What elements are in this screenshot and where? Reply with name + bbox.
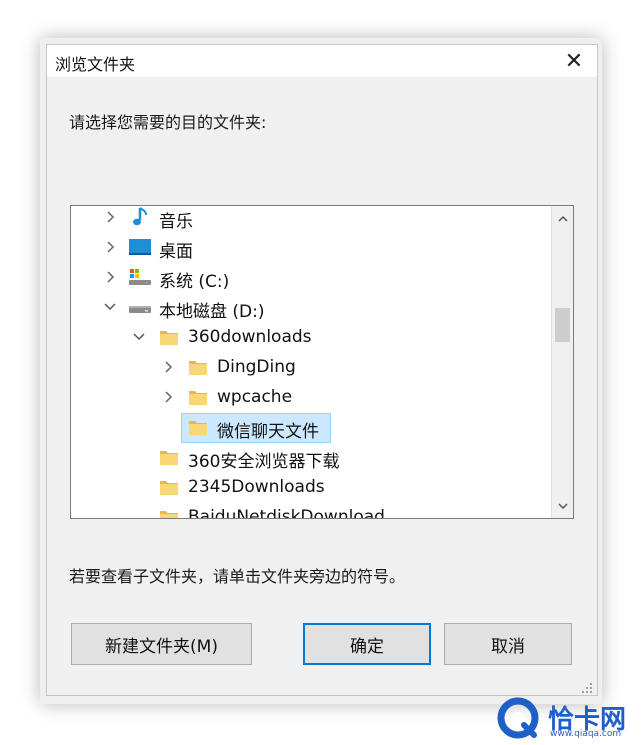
title-bar[interactable]: 浏览文件夹 ✕ xyxy=(47,45,597,77)
close-icon: ✕ xyxy=(564,48,584,74)
ok-label: 确定 xyxy=(350,636,384,657)
watermark-logo-icon xyxy=(497,697,539,739)
tree-item-dingding[interactable]: DingDing xyxy=(71,352,551,382)
tree-item-label: BaiduNetdiskDownload xyxy=(188,507,385,518)
tree-item-2345downloads[interactable]: 2345Downloads xyxy=(71,472,551,502)
tree-item-label: 本地磁盘 (D:) xyxy=(159,302,265,322)
new-folder-button[interactable]: 新建文件夹(M) xyxy=(71,623,252,665)
new-folder-label: 新建文件夹(M) xyxy=(105,636,218,657)
dialog-prompt: 请选择您需要的目的文件夹: xyxy=(69,113,267,132)
cancel-label: 取消 xyxy=(491,636,525,657)
folder-icon xyxy=(159,507,179,518)
dialog-title: 浏览文件夹 xyxy=(55,55,136,74)
tree-item-desktop[interactable]: 桌面 xyxy=(71,232,551,262)
system-drive-icon xyxy=(128,267,151,287)
music-note-icon xyxy=(129,207,151,227)
chevron-right-icon[interactable] xyxy=(103,232,119,262)
chevron-right-icon[interactable] xyxy=(161,352,177,382)
folder-icon xyxy=(159,327,179,347)
ok-button[interactable]: 确定 xyxy=(303,623,431,665)
tree-item-label: 360安全浏览器下载 xyxy=(188,452,340,472)
tree-item-wechat-files[interactable]: 微信聊天文件 xyxy=(71,412,551,443)
tree-item-360-browser-downloads[interactable]: 360安全浏览器下载 xyxy=(71,442,551,472)
tree-item-label: wpcache xyxy=(217,387,293,407)
folder-icon xyxy=(159,477,179,497)
scroll-up-icon[interactable] xyxy=(552,208,573,228)
tree-item-label: 系统 (C:) xyxy=(159,272,230,292)
chevron-right-icon[interactable] xyxy=(161,382,177,412)
folder-icon xyxy=(188,357,208,377)
folder-icon xyxy=(159,447,179,467)
tree-item-label: DingDing xyxy=(217,357,296,377)
folder-icon xyxy=(188,387,208,407)
tree-item-360downloads[interactable]: 360downloads xyxy=(71,322,551,352)
tree-item-local-disk-d[interactable]: 本地磁盘 (D:) xyxy=(71,292,551,322)
hint-text: 若要查看子文件夹，请单击文件夹旁边的符号。 xyxy=(69,567,406,586)
tree-item-label: 桌面 xyxy=(159,242,193,262)
chevron-right-icon[interactable] xyxy=(103,206,119,232)
tree-item-label: 音乐 xyxy=(159,212,193,232)
scrollbar-thumb[interactable] xyxy=(555,308,570,342)
folder-icon xyxy=(188,417,208,437)
tree-item-label: 2345Downloads xyxy=(188,477,325,497)
folder-tree[interactable]: 音乐 桌面 系统 (C:) 本地磁盘 (D:) 360downloads Din… xyxy=(70,205,574,519)
desktop-icon xyxy=(128,237,151,257)
chevron-right-icon[interactable] xyxy=(103,262,119,292)
chevron-down-icon[interactable] xyxy=(131,322,147,352)
tree-item-label: 微信聊天文件 xyxy=(217,422,319,442)
tree-item-baidunetdisk-download[interactable]: BaiduNetdiskDownload xyxy=(71,502,551,518)
browse-folder-dialog: 浏览文件夹 ✕ 请选择您需要的目的文件夹: 音乐 桌面 系统 (C:) 本地磁盘… xyxy=(46,44,598,696)
cancel-button[interactable]: 取消 xyxy=(444,623,572,665)
close-button[interactable]: ✕ xyxy=(551,45,597,77)
tree-item-system-c[interactable]: 系统 (C:) xyxy=(71,262,551,292)
vertical-scrollbar[interactable] xyxy=(551,206,573,518)
drive-icon xyxy=(128,297,151,317)
folder-tree-rows: 音乐 桌面 系统 (C:) 本地磁盘 (D:) 360downloads Din… xyxy=(71,206,551,518)
scroll-down-icon[interactable] xyxy=(552,496,573,516)
tree-item-wpcache[interactable]: wpcache xyxy=(71,382,551,412)
watermark-url: www.qiaqa.com xyxy=(550,729,622,739)
tree-item-label: 360downloads xyxy=(188,327,312,347)
site-watermark: 恰卡网 www.qiaqa.com xyxy=(494,695,642,741)
resize-grip-icon[interactable] xyxy=(581,679,593,693)
tree-item-music[interactable]: 音乐 xyxy=(71,206,551,232)
chevron-down-icon[interactable] xyxy=(102,292,118,322)
